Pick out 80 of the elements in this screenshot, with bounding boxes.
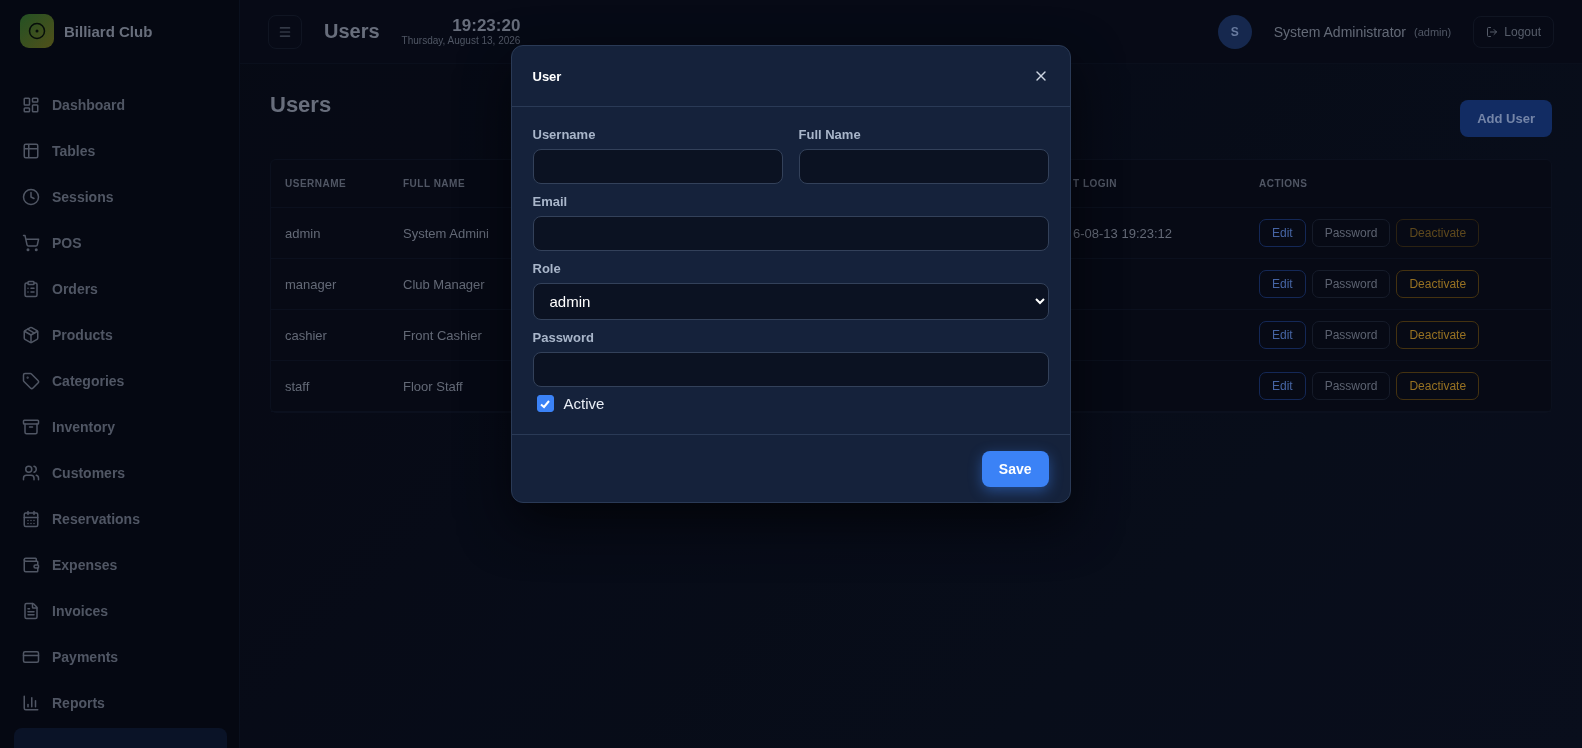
- table-cell-text: cashier: [285, 327, 328, 343]
- save-button[interactable]: Save: [981, 451, 1049, 487]
- bar-chart-icon: [22, 694, 40, 712]
- clock-time: 19:23:20: [452, 17, 521, 35]
- grid-icon: [22, 96, 40, 114]
- column-header: USERNAME: [285, 178, 348, 189]
- password-button[interactable]: Password: [1311, 321, 1391, 349]
- email-input[interactable]: [532, 216, 1049, 251]
- field-label: Password: [532, 330, 595, 345]
- field-label: Full Name: [798, 127, 862, 142]
- sidebar-item[interactable]: Orders: [22, 266, 217, 312]
- deactivate-button[interactable]: Deactivate: [1396, 270, 1480, 298]
- archive-icon: [22, 418, 40, 436]
- column-header: ACTIONS: [1259, 178, 1309, 189]
- edit-button[interactable]: Edit: [1259, 270, 1306, 298]
- deactivate-button[interactable]: Deactivate: [1396, 321, 1480, 349]
- brand-name: Billiard Club: [64, 22, 153, 40]
- table-icon: [22, 142, 40, 160]
- sidebar-item[interactable]: Reports: [22, 680, 217, 726]
- full-name-input[interactable]: [798, 149, 1049, 184]
- field-label: Email: [532, 194, 569, 209]
- people-icon: [22, 464, 40, 482]
- sidebar-item[interactable]: Reservations: [22, 496, 217, 542]
- edit-button[interactable]: Edit: [1259, 372, 1306, 400]
- add-user-button[interactable]: Add User: [1460, 100, 1552, 137]
- sidebar-item[interactable]: Customers: [22, 450, 217, 496]
- table-cell-text: 6-08-13 19:23:12: [1073, 225, 1174, 241]
- dialog-title: User: [532, 68, 562, 84]
- table-cell-text: Floor Staff: [403, 378, 464, 394]
- document-icon: [22, 602, 40, 620]
- sidebar-item[interactable]: Products: [22, 312, 217, 358]
- sidebar-item[interactable]: Expenses: [22, 542, 217, 588]
- card-icon: [22, 648, 40, 666]
- field-label: Username: [532, 127, 597, 142]
- deactivate-button[interactable]: Deactivate: [1396, 372, 1480, 400]
- sidebar-item[interactable]: Invoices: [22, 588, 217, 634]
- clock-icon: [22, 188, 40, 206]
- menu-icon: [278, 24, 292, 39]
- cart-icon: [22, 234, 40, 252]
- sidebar-item[interactable]: POS: [22, 220, 217, 266]
- password-button[interactable]: Password: [1311, 270, 1391, 298]
- role-select[interactable]: admin: [532, 283, 1049, 320]
- box-icon: [22, 326, 40, 344]
- column-header: T LOGIN: [1073, 178, 1119, 189]
- page-heading: Users: [270, 92, 332, 118]
- table-cell-text: Club Manager: [403, 276, 486, 292]
- table-cell-text: staff: [285, 378, 311, 394]
- table-cell-text: manager: [285, 276, 338, 292]
- sidebar-item[interactable]: Sessions: [22, 174, 217, 220]
- table-cell-text: admin: [285, 225, 322, 241]
- menu-button[interactable]: [268, 14, 302, 49]
- password-button[interactable]: Password: [1311, 372, 1391, 400]
- logout-button[interactable]: Logout: [1473, 15, 1554, 48]
- column-header: FULL NAME: [403, 178, 467, 189]
- checkbox-label: Active: [563, 395, 605, 412]
- table-cell-text: Front Cashier: [403, 327, 483, 343]
- sidebar-item[interactable]: Categories: [22, 358, 217, 404]
- password-button[interactable]: Password: [1311, 219, 1391, 247]
- list-icon: [22, 280, 40, 298]
- clock-date: Thursday, August 13, 2026: [401, 35, 521, 46]
- sidebar-item[interactable]: Dashboard: [22, 82, 217, 128]
- edit-button[interactable]: Edit: [1259, 219, 1306, 247]
- edit-button[interactable]: Edit: [1259, 321, 1306, 349]
- user-name: System Administrator: [1273, 23, 1406, 40]
- logout-icon: [1486, 25, 1499, 38]
- logo-icon: [20, 14, 54, 48]
- user-role: (admin): [1414, 25, 1452, 38]
- sidebar-item[interactable]: Tables: [22, 128, 217, 174]
- page-title: Users: [324, 20, 380, 43]
- sidebar-item[interactable]: Payments: [22, 634, 217, 680]
- user-avatar: S: [1217, 14, 1252, 49]
- active-checkbox[interactable]: [536, 395, 554, 412]
- field-label: Role: [532, 261, 562, 276]
- table-cell-text: System Admini: [403, 225, 490, 241]
- password-input[interactable]: [532, 352, 1049, 387]
- calendar-icon: [22, 510, 40, 528]
- wallet-icon: [22, 556, 40, 574]
- sidebar-item[interactable]: Inventory: [22, 404, 217, 450]
- username-input[interactable]: [532, 149, 783, 184]
- tag-icon: [22, 372, 40, 390]
